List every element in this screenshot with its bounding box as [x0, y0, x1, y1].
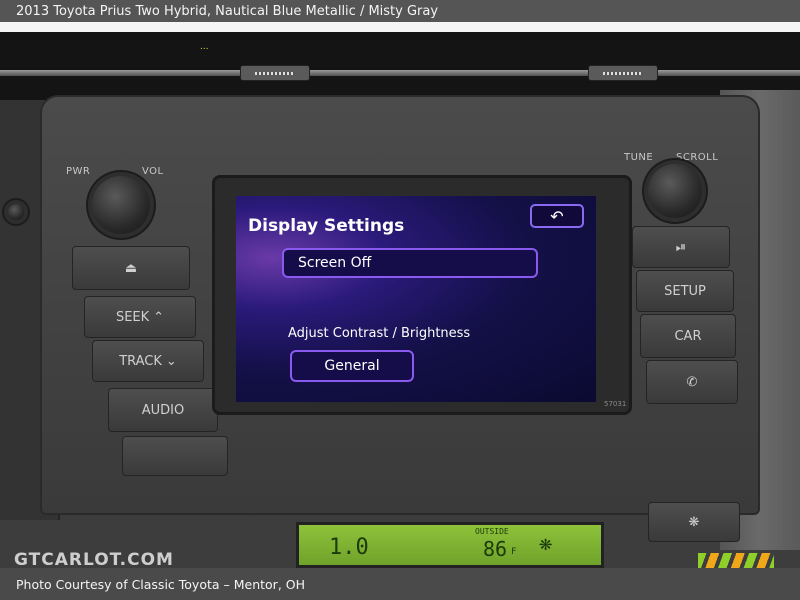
eject-button[interactable]: ⏏: [72, 246, 190, 290]
car-button[interactable]: CAR: [640, 314, 736, 358]
climate-display: 1.0 OUTSIDE 86 F ❋: [296, 522, 604, 568]
back-arrow-icon: ↶: [550, 206, 564, 226]
small-button[interactable]: [8, 204, 24, 220]
watermark: GTCARLOT.COM: [14, 550, 174, 570]
screen-off-label: Screen Off: [298, 255, 372, 271]
track-button[interactable]: TRACK ⌄: [92, 340, 204, 382]
blank-button[interactable]: [122, 436, 228, 476]
scroll-label: SCROLL: [676, 152, 719, 163]
fan-control-button[interactable]: ❋: [648, 502, 740, 542]
display-screen: Display Settings ↶ Screen Off Adjust Con…: [236, 196, 596, 402]
chevron-down-icon: ⌄: [165, 353, 177, 369]
dot-marks: ...: [200, 42, 209, 52]
vol-label: VOL: [142, 166, 164, 177]
eject-icon: ⏏: [124, 260, 138, 276]
adjust-label: Adjust Contrast / Brightness: [288, 326, 471, 341]
vent-slat: [0, 70, 800, 76]
outside-label: OUTSIDE: [475, 527, 509, 536]
car-label: CAR: [674, 328, 702, 344]
seek-label: SEEK: [115, 309, 150, 325]
general-button[interactable]: General: [290, 350, 414, 382]
vent-knob[interactable]: [588, 65, 658, 81]
setup-label: SETUP: [664, 283, 706, 299]
phone-button[interactable]: ✆: [646, 360, 738, 404]
model-code: 57031: [604, 400, 627, 408]
photo-border: [0, 22, 800, 32]
outside-unit: F: [511, 547, 517, 557]
back-button[interactable]: ↶: [530, 204, 584, 228]
tune-scroll-knob[interactable]: [648, 164, 702, 218]
power-volume-knob[interactable]: [92, 176, 150, 234]
outside-temp: 86: [483, 537, 508, 561]
audio-button[interactable]: AUDIO: [108, 388, 218, 432]
fan-icon: ❋: [539, 531, 553, 556]
fan-icon: ❋: [688, 514, 700, 530]
vent-knob[interactable]: [240, 65, 310, 81]
seek-button[interactable]: SEEK ⌃: [84, 296, 196, 338]
screen-title: Display Settings: [248, 216, 405, 236]
screen-off-button[interactable]: Screen Off: [282, 248, 538, 278]
photo-caption-bottom: Photo Courtesy of Classic Toyota – Mento…: [0, 568, 800, 600]
tune-label: TUNE: [624, 152, 654, 163]
caption-top-text: 2013 Toyota Prius Two Hybrid, Nautical B…: [16, 3, 439, 19]
general-label: General: [324, 358, 380, 374]
caption-bottom-text: Photo Courtesy of Classic Toyota – Mento…: [16, 576, 306, 592]
setup-button[interactable]: SETUP: [636, 270, 734, 312]
pwr-label: PWR: [66, 166, 91, 177]
phone-icon: ✆: [686, 374, 698, 390]
play-pause-icon: ⏯: [675, 239, 687, 255]
play-pause-button[interactable]: ⏯: [632, 226, 730, 268]
photo-caption-top: 2013 Toyota Prius Two Hybrid, Nautical B…: [0, 0, 800, 22]
audio-label: AUDIO: [141, 402, 185, 418]
climate-temp: 1.0: [329, 535, 369, 560]
track-label: TRACK: [119, 353, 162, 369]
chevron-up-icon: ⌃: [153, 309, 165, 325]
